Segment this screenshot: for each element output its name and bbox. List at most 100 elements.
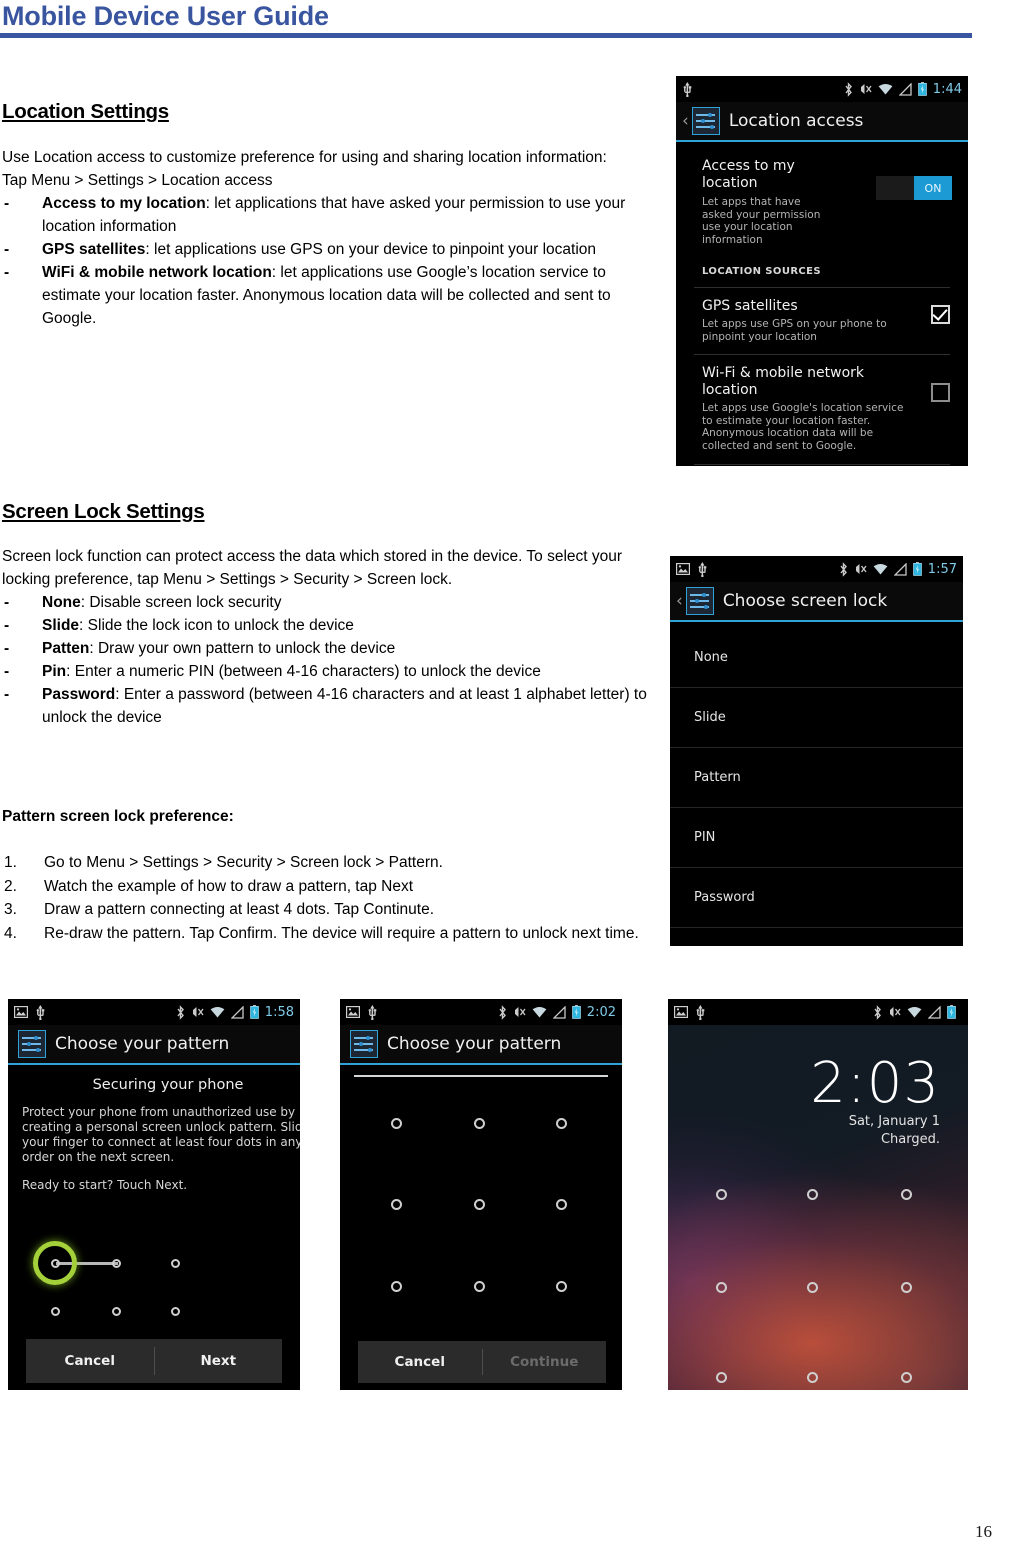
bullet-marker: - (4, 241, 10, 258)
screenshot-draw-pattern: 2:02 Choose your pattern Cancel Continue (340, 999, 622, 1390)
cancel-button[interactable]: Cancel (358, 1341, 482, 1383)
pattern-dot[interactable] (556, 1199, 567, 1210)
pattern-dot[interactable] (474, 1281, 485, 1292)
pattern-preference-block: Pattern screen lock preference: 1. Go to … (2, 805, 662, 945)
wifi-mobile-network-checkbox[interactable] (931, 383, 950, 402)
pattern-dot[interactable] (391, 1118, 402, 1129)
divider (694, 464, 950, 465)
usb-icon (682, 81, 693, 97)
access-to-my-location-row[interactable]: Access to my location Let apps that have… (676, 146, 968, 260)
gps-satellites-row[interactable]: GPS satellites Let apps use GPS on your … (676, 288, 968, 354)
bullet-term: WiFi & mobile network location (42, 264, 272, 281)
bullet-term: Password (42, 686, 116, 703)
pattern-dot[interactable] (716, 1372, 727, 1383)
pattern-dot (51, 1259, 60, 1268)
pattern-dot-grid[interactable] (340, 999, 622, 1390)
settings-sliders-icon (685, 587, 714, 615)
bullet-marker: - (4, 663, 10, 680)
screen-lock-settings-block: Screen Lock Settings Screen lock functio… (2, 500, 662, 729)
toggle-on-label: ON (914, 176, 952, 200)
bullet-marker: - (4, 640, 10, 657)
pattern-dot[interactable] (807, 1372, 818, 1383)
pattern-dot[interactable] (474, 1199, 485, 1210)
pattern-dot[interactable] (391, 1281, 402, 1292)
battery-icon (912, 562, 922, 576)
lock-option-pattern[interactable]: Pattern (670, 748, 963, 808)
list-item: - Password: Enter a password (between 4-1… (2, 683, 662, 729)
location-intro-line2: Tap Menu > Settings > Location access (2, 172, 273, 189)
button-bar: Cancel Next (26, 1339, 282, 1383)
bullet-marker: - (4, 594, 10, 611)
lock-option-slide[interactable]: Slide (670, 688, 963, 748)
status-bar-clock: 1:57 (927, 561, 957, 577)
status-bar: 1:44 (676, 76, 968, 102)
location-intro-line1: Use Location access to customize prefere… (2, 149, 607, 166)
screen-title: Choose screen lock (722, 591, 888, 611)
wifi-icon (873, 563, 888, 576)
lock-option-password[interactable]: Password (670, 868, 963, 928)
bluetooth-icon (844, 81, 853, 97)
list-item: 2. Watch the example of how to draw a pat… (2, 875, 662, 899)
bullet-desc: : Draw your own pattern to unlock the de… (89, 640, 396, 657)
pattern-dot[interactable] (807, 1189, 818, 1200)
back-chevron-icon[interactable]: ‹ (670, 592, 686, 610)
status-bar-left (676, 561, 708, 577)
wifi-icon (878, 83, 893, 96)
bullet-term: None (42, 594, 81, 611)
bullet-marker: - (4, 617, 10, 634)
location-bullet-list: - Access to my location: let applications… (2, 192, 662, 330)
screen-title: Location access (728, 111, 864, 131)
access-to-my-location-toggle[interactable]: ON (876, 176, 952, 200)
pattern-dot (171, 1259, 180, 1268)
document-header: Mobile Device User Guide (0, 0, 1012, 44)
status-bar-left (682, 81, 693, 97)
lock-pattern-grid[interactable] (668, 999, 968, 1390)
status-bar: 1:57 (670, 556, 963, 582)
status-bar-right: 1:44 (844, 82, 962, 97)
back-chevron-icon[interactable]: ‹ (676, 112, 692, 130)
bullet-desc: : Slide the lock icon to unlock the devi… (79, 617, 354, 634)
status-bar-right: 1:57 (839, 562, 957, 577)
gps-satellites-checkbox[interactable] (931, 305, 950, 324)
signal-icon (893, 561, 907, 576)
step-number: 4. (4, 924, 17, 942)
pattern-dot (171, 1307, 180, 1316)
pattern-dot[interactable] (716, 1282, 727, 1293)
pattern-dot[interactable] (901, 1372, 912, 1383)
screen-lock-intro: Screen lock function can protect access … (2, 548, 623, 588)
lock-option-pin[interactable]: PIN (670, 808, 963, 868)
toggle-off-half (876, 176, 914, 200)
access-to-my-location-title: Access to my location (702, 158, 795, 191)
pattern-dot[interactable] (901, 1189, 912, 1200)
access-to-my-location-subtitle: Let apps that have asked your permission… (702, 196, 821, 246)
pattern-dot (112, 1259, 121, 1268)
bullet-desc: : let applications use GPS on your devic… (145, 241, 597, 258)
lock-option-none[interactable]: None (670, 628, 963, 688)
pattern-dot (112, 1307, 121, 1316)
pattern-dot[interactable] (556, 1118, 567, 1129)
screenshot-lock-screen: 2:03 Sat, January 1 Charged. (668, 999, 968, 1390)
pattern-dot[interactable] (474, 1118, 485, 1129)
bullet-desc: : Enter a numeric PIN (between 4-16 char… (66, 663, 541, 680)
list-item: 4. Re-draw the pattern. Tap Confirm. The … (2, 922, 662, 946)
pattern-dot[interactable] (901, 1282, 912, 1293)
list-item: - Slide: Slide the lock icon to unlock th… (2, 614, 662, 637)
list-item: 1. Go to Menu > Settings > Security > Scr… (2, 851, 662, 875)
cancel-button[interactable]: Cancel (26, 1339, 154, 1383)
location-settings-heading-wrap: Location Settings (2, 100, 662, 126)
location-access-content: Access to my location Let apps that have… (676, 146, 968, 465)
wifi-mobile-network-row[interactable]: Wi-Fi & mobile network location Let apps… (676, 355, 968, 464)
status-bar-clock: 1:44 (932, 81, 962, 97)
pattern-dot[interactable] (391, 1199, 402, 1210)
pattern-dot[interactable] (556, 1281, 567, 1292)
pattern-dot[interactable] (807, 1282, 818, 1293)
location-settings-heading: Location Settings (2, 100, 169, 123)
list-item: 3. Draw a pattern connecting at least 4 d… (2, 898, 662, 922)
pattern-dot[interactable] (716, 1189, 727, 1200)
example-pattern-grid (8, 999, 300, 1390)
bullet-term: Pin (42, 663, 67, 680)
bullet-desc: : Enter a password (between 4-16 charact… (42, 686, 647, 726)
next-button[interactable]: Next (155, 1339, 283, 1383)
header-divider (0, 33, 972, 38)
bluetooth-icon (839, 561, 848, 577)
